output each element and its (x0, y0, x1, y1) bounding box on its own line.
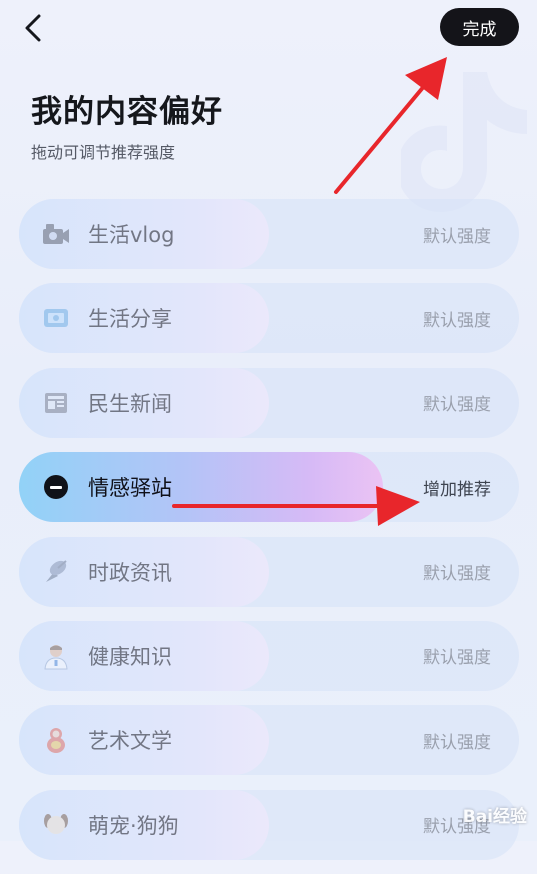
preference-label: 生活分享 (88, 307, 172, 332)
preference-row-life-share[interactable]: 生活分享 默认强度 (19, 283, 519, 354)
baidu-watermark: Bai经验 (463, 802, 527, 827)
preference-slider-handle[interactable]: 民生新闻 (19, 367, 269, 438)
preference-row-health[interactable]: 健康知识 默认强度 (19, 620, 519, 691)
preference-list: 生活vlog 默认强度 生活分享 默认强度 民生新闻 默认强度 情感驿站 增加推… (19, 199, 519, 874)
preference-row-art[interactable]: 艺术文学 默认强度 (19, 705, 519, 776)
preference-slider-handle[interactable]: 情感驿站 (19, 452, 383, 523)
preference-strength: 默认强度 (423, 732, 491, 753)
photo-share-icon (41, 303, 71, 333)
preference-row-vlog[interactable]: 生活vlog 默认强度 (19, 199, 519, 269)
preference-row-news[interactable]: 民生新闻 默认强度 (19, 367, 519, 438)
preference-label: 时政资讯 (88, 560, 172, 585)
camera-icon (41, 219, 71, 249)
done-button[interactable]: 完成 (440, 8, 519, 46)
page-title: 我的内容偏好 (31, 94, 223, 130)
preference-label: 生活vlog (88, 223, 175, 247)
preference-slider-handle[interactable]: 健康知识 (19, 620, 269, 691)
dog-icon (41, 810, 71, 840)
watermark-text: Bai经验 (462, 807, 527, 827)
minus-circle-icon[interactable] (41, 472, 71, 502)
preference-slider-handle[interactable]: 艺术文学 (19, 705, 269, 776)
preference-label: 民生新闻 (88, 391, 172, 416)
preference-slider-handle[interactable]: 时政资讯 (19, 536, 269, 607)
preference-label: 情感驿站 (88, 476, 172, 501)
matryoshka-icon (41, 725, 71, 755)
background-logo-icon (401, 72, 527, 212)
preference-label: 艺术文学 (88, 729, 172, 754)
preference-strength: 默认强度 (423, 226, 491, 247)
satellite-icon (41, 557, 71, 587)
doctor-icon (41, 641, 71, 671)
newspaper-icon (41, 388, 71, 418)
preference-strength: 默认强度 (423, 564, 491, 585)
preference-row-pets[interactable]: 萌宠·狗狗 默认强度 (19, 789, 519, 860)
back-button[interactable] (20, 12, 46, 44)
preference-slider-handle[interactable]: 萌宠·狗狗 (19, 789, 269, 860)
preference-strength: 默认强度 (423, 395, 491, 416)
preference-slider-handle[interactable]: 生活vlog (19, 199, 269, 269)
preference-row-emotion[interactable]: 情感驿站 增加推荐 (19, 452, 519, 523)
preference-label: 萌宠·狗狗 (88, 813, 179, 838)
preference-strength: 增加推荐 (423, 479, 491, 500)
preference-slider-handle[interactable]: 生活分享 (19, 283, 269, 354)
preference-row-politics[interactable]: 时政资讯 默认强度 (19, 536, 519, 607)
preference-strength: 默认强度 (423, 310, 491, 331)
preference-label: 健康知识 (88, 644, 172, 669)
page-subtitle: 拖动可调节推荐强度 (31, 143, 176, 162)
preference-strength: 默认强度 (423, 648, 491, 669)
chevron-left-icon (25, 14, 41, 42)
